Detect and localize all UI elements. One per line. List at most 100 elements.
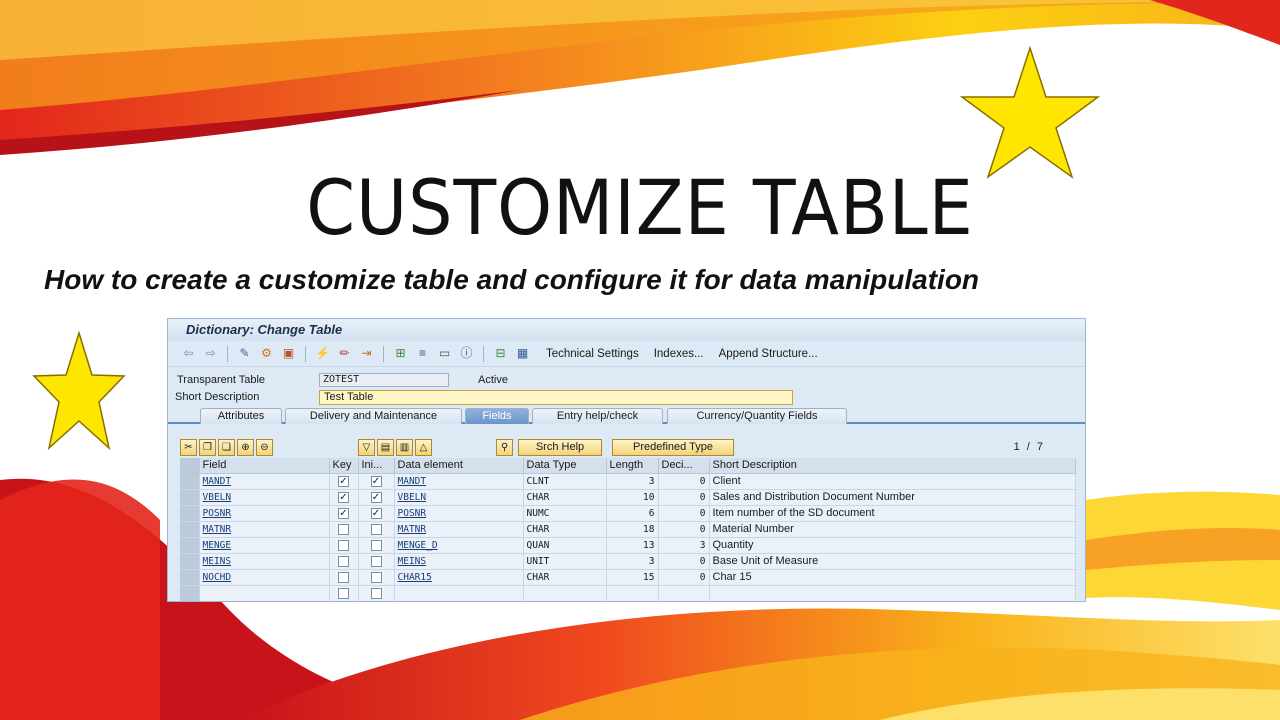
display-object-list-icon[interactable]: ≡ (414, 346, 431, 361)
initial-checkbox-box[interactable] (370, 587, 382, 599)
append-structure-button[interactable]: Append Structure... (719, 348, 818, 360)
key-checkbox[interactable] (329, 569, 359, 586)
table-contents-icon[interactable]: ▦ (514, 346, 531, 361)
field-name-cell[interactable]: POSNR (199, 505, 330, 522)
row-selector[interactable] (180, 553, 200, 570)
short-description-input[interactable]: Test Table (319, 390, 793, 405)
initial-checkbox-box[interactable] (370, 523, 382, 535)
tab-fields[interactable]: Fields (465, 408, 529, 424)
field-name-cell[interactable] (199, 585, 330, 601)
data-element-cell[interactable]: POSNR (394, 505, 524, 522)
search-help-icon[interactable]: ⚲ (496, 439, 513, 456)
column-header-length[interactable]: Length (606, 458, 659, 474)
scroll-up-icon[interactable]: △ (415, 439, 432, 456)
srch-help-button[interactable]: Srch Help (518, 439, 602, 456)
row-selector[interactable] (180, 505, 200, 522)
initial-checkbox-box[interactable]: ✓ (370, 475, 382, 487)
row-selector[interactable] (180, 569, 200, 586)
info-icon[interactable]: ⓘ (458, 346, 475, 361)
initial-values-checkbox[interactable] (358, 521, 395, 538)
table-row[interactable] (180, 585, 1076, 601)
initial-values-checkbox[interactable] (358, 585, 395, 601)
initial-values-checkbox[interactable] (358, 537, 395, 554)
key-checkbox[interactable] (329, 553, 359, 570)
forward-arrow-icon[interactable]: ⇨ (202, 346, 219, 361)
key-checkbox-box[interactable] (338, 587, 349, 599)
initial-values-checkbox[interactable] (358, 569, 395, 586)
tab-entry-help-check[interactable]: Entry help/check (532, 408, 663, 424)
paste-icon[interactable]: ❏ (218, 439, 235, 456)
initial-checkbox-box[interactable]: ✓ (370, 491, 382, 503)
table-row[interactable]: POSNR ✓ ✓ POSNR NUMC 6 0 Item number of the SD … (180, 505, 1076, 522)
filter-icon[interactable]: ▽ (358, 439, 375, 456)
column-header-data-type[interactable]: Data Type (523, 458, 607, 474)
data-element-cell[interactable]: VBELN (394, 489, 524, 506)
cut-icon[interactable]: ✂ (180, 439, 197, 456)
data-element-cell[interactable]: MATNR (394, 521, 524, 538)
key-checkbox-box[interactable] (338, 555, 349, 567)
data-element-cell[interactable]: MENGE_D (394, 537, 524, 554)
key-checkbox[interactable] (329, 537, 359, 554)
row-selector[interactable] (180, 473, 200, 490)
field-name-cell[interactable]: MENGE (199, 537, 330, 554)
key-checkbox[interactable] (329, 521, 359, 538)
technical-settings-button[interactable]: Technical Settings (546, 348, 639, 360)
where-used-list-icon[interactable]: ⇥ (358, 346, 375, 361)
data-element-cell[interactable]: CHAR15 (394, 569, 524, 586)
row-selector[interactable] (180, 537, 200, 554)
initial-values-checkbox[interactable] (358, 553, 395, 570)
key-checkbox-box[interactable]: ✓ (338, 475, 349, 487)
tab-attributes[interactable]: Attributes (200, 408, 282, 424)
row-selector[interactable] (180, 585, 200, 601)
layout-icon[interactable]: ▥ (396, 439, 413, 456)
row-selector[interactable] (180, 489, 200, 506)
initial-values-checkbox[interactable]: ✓ (358, 489, 395, 506)
field-name-cell[interactable]: NOCHD (199, 569, 330, 586)
initial-checkbox-box[interactable] (370, 571, 382, 583)
table-row[interactable]: NOCHD CHAR15 CHAR 15 0 Char 15 (180, 569, 1076, 586)
key-checkbox-box[interactable]: ✓ (338, 507, 349, 519)
field-name-cell[interactable]: MEINS (199, 553, 330, 570)
tab-currency-quantity-fields[interactable]: Currency/Quantity Fields (667, 408, 847, 424)
check-icon[interactable]: ▣ (280, 346, 297, 361)
delete-row-icon[interactable]: ⊖ (256, 439, 273, 456)
field-name-cell[interactable]: MATNR (199, 521, 330, 538)
column-header-short-description[interactable]: Short Description (709, 458, 1076, 474)
key-checkbox[interactable]: ✓ (329, 489, 359, 506)
column-header-decimals[interactable]: Deci... (658, 458, 710, 474)
column-header-data-element[interactable]: Data element (394, 458, 524, 474)
data-element-cell[interactable]: MEINS (394, 553, 524, 570)
table-row[interactable]: VBELN ✓ ✓ VBELN CHAR 10 0 Sales and Distributio… (180, 489, 1076, 506)
key-checkbox-box[interactable] (338, 539, 349, 551)
key-checkbox[interactable]: ✓ (329, 505, 359, 522)
column-header-initial[interactable]: Ini... (358, 458, 395, 474)
key-checkbox[interactable]: ✓ (329, 473, 359, 490)
key-checkbox-box[interactable] (338, 523, 349, 535)
row-selector[interactable] (180, 521, 200, 538)
indexes-button[interactable]: Indexes... (654, 348, 704, 360)
tab-delivery-maintenance[interactable]: Delivery and Maintenance (285, 408, 462, 424)
back-arrow-icon[interactable]: ⇦ (180, 346, 197, 361)
insert-row-icon[interactable]: ⊕ (237, 439, 254, 456)
contents-icon[interactable]: ⊟ (492, 346, 509, 361)
table-row[interactable]: MATNR MATNR CHAR 18 0 Material Number (180, 521, 1076, 538)
hierarchy-icon[interactable]: ⊞ (392, 346, 409, 361)
display-change-icon[interactable]: ✎ (236, 346, 253, 361)
table-row[interactable]: MEINS MEINS UNIT 3 0 Base Unit of Measure (180, 553, 1076, 570)
data-element-cell[interactable] (394, 585, 524, 601)
initial-checkbox-box[interactable]: ✓ (370, 507, 382, 519)
frame-icon[interactable]: ▭ (436, 346, 453, 361)
initial-values-checkbox[interactable]: ✓ (358, 505, 395, 522)
select-all-cell[interactable] (180, 458, 200, 474)
column-header-key[interactable]: Key (329, 458, 359, 474)
activate-icon[interactable]: ⚡ (314, 346, 331, 361)
table-row[interactable]: MANDT ✓ ✓ MANDT CLNT 3 0 Client (180, 473, 1076, 490)
data-element-cell[interactable]: MANDT (394, 473, 524, 490)
initial-values-checkbox[interactable]: ✓ (358, 473, 395, 490)
copy-icon[interactable]: ❐ (199, 439, 216, 456)
field-name-cell[interactable]: VBELN (199, 489, 330, 506)
other-object-icon[interactable]: ⚙ (258, 346, 275, 361)
table-row[interactable]: MENGE MENGE_D QUAN 13 3 Quantity (180, 537, 1076, 554)
column-header-field[interactable]: Field (199, 458, 330, 474)
predefined-type-button[interactable]: Predefined Type (612, 439, 734, 456)
